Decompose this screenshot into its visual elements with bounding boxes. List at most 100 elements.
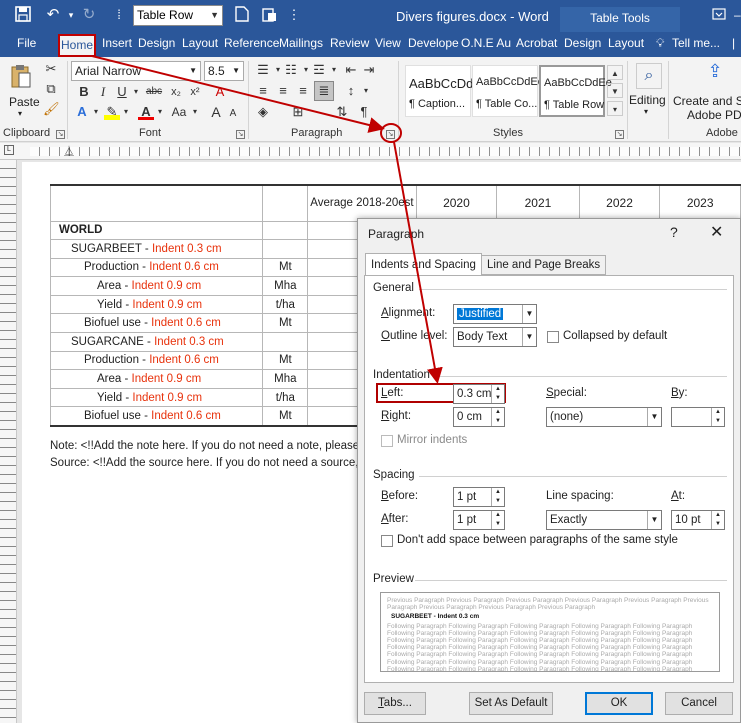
alignment-select[interactable]: Justified ▼ [453,304,537,324]
new-document-icon[interactable] [233,6,251,24]
row-label[interactable]: Area - Indent 0.9 cm [49,369,264,389]
subscript-icon[interactable]: x₂ [168,84,184,100]
line-spacing-select[interactable]: Exactly ▼ [546,510,662,530]
row-label[interactable]: Yield - Indent 0.9 cm [49,387,264,408]
align-left-icon[interactable]: ≡ [255,83,271,99]
shrink-font-icon[interactable]: A [225,106,241,122]
account-icon[interactable]: | [732,36,735,50]
style-combo[interactable]: Table Row ▼ [133,5,223,26]
paste-icon[interactable] [260,6,278,24]
right-indent-input[interactable]: 0 cm ▲ ▼ [453,407,505,427]
spinner-arrows-icon[interactable]: ▲ ▼ [711,511,724,529]
decrease-indent-icon[interactable]: ⇤ [343,62,359,78]
clear-formatting-icon[interactable]: A [212,84,228,100]
row-label[interactable]: SUGARCANE - Indent 0.3 cm [49,332,264,352]
by-input[interactable]: ▲ ▼ [671,407,725,427]
spinner-arrows-icon[interactable]: ▲ ▼ [491,385,504,403]
align-right-icon[interactable]: ≡ [295,83,311,99]
row-label[interactable]: Yield - Indent 0.9 cm [49,294,264,315]
paste-label[interactable]: Paste [9,95,40,109]
tab-line-page-breaks[interactable]: Line and Page Breaks [481,255,607,275]
row-label[interactable]: Production - Indent 0.6 cm [49,257,264,278]
ribbon-display-options-icon[interactable] [712,8,726,23]
unit-cell[interactable]: Mt [262,313,309,334]
line-spacing-dropdown-icon[interactable]: ▾ [358,83,374,99]
note-line[interactable]: Note: <!!Add the note here. If you do no… [50,438,377,455]
multilevel-dropdown-icon[interactable]: ▾ [326,62,342,78]
style-table-co[interactable]: AaBbCcDdEe ¶ Table Co... [472,65,544,117]
styles-scroll-up-icon[interactable]: ▲ [607,65,623,80]
mirror-indents-checkbox[interactable] [381,435,393,447]
redo-icon[interactable]: ↻ [80,6,98,24]
collapsed-checkbox[interactable] [547,331,559,343]
tab-file[interactable]: File [17,36,36,50]
create-pdf-icon[interactable]: ⇪ [704,62,726,89]
tab-table-layout[interactable]: Layout [608,36,644,50]
spinner-arrows-icon[interactable]: ▲ ▼ [711,408,724,426]
spinner-arrows-icon[interactable]: ▲ ▼ [491,408,504,426]
editing-dropdown-icon[interactable]: ▾ [644,107,648,116]
show-formatting-icon[interactable]: ¶ [356,104,372,120]
unit-cell[interactable]: Mt [262,406,309,427]
table-header-average[interactable]: Average 2018-20est [307,184,417,222]
format-painter-icon[interactable]: 🖌︎ [43,101,60,117]
after-input[interactable]: 1 pt ▲ ▼ [453,510,505,530]
special-select[interactable]: (none) ▼ [546,407,662,427]
minimize-icon[interactable]: – [734,8,741,22]
tab-one-au[interactable]: O.N.E Au [461,36,511,50]
tab-developer[interactable]: Develope [408,36,459,50]
help-icon[interactable]: ? [670,224,678,240]
paragraph-launcher-icon[interactable]: ↘ [386,130,395,139]
tab-table-design[interactable]: Design [564,36,601,50]
tabs-button[interactable]: Tabs... [364,692,426,715]
before-input[interactable]: 1 pt ▲ ▼ [453,487,505,507]
sort-icon[interactable]: ⇅ [334,104,350,120]
row-label[interactable]: Biofuel use - Indent 0.6 cm [49,406,264,427]
tab-layout[interactable]: Layout [182,36,218,50]
paste-dropdown-icon[interactable]: ▾ [18,109,22,118]
tab-design[interactable]: Design [138,36,175,50]
unit-cell[interactable]: t/ha [262,294,309,315]
unit-cell[interactable]: t/ha [262,387,309,408]
row-label[interactable]: Biofuel use - Indent 0.6 cm [49,313,264,334]
first-line-indent-marker-icon[interactable]: ⏅ [64,143,74,158]
table-header-cell[interactable] [49,184,264,222]
spinner-arrows-icon[interactable]: ▲ ▼ [491,511,504,529]
styles-launcher-icon[interactable]: ↘ [615,130,624,139]
horizontal-ruler[interactable]: L ⏅ [0,143,741,160]
left-indent-input[interactable]: 0.3 cm ▲ ▼ [453,384,505,404]
unit-cell[interactable]: Mha [262,276,309,296]
bold-icon[interactable]: B [76,84,92,100]
style-table-row[interactable]: AaBbCcDdEe ¶ Table Row [539,65,612,117]
unit-cell[interactable] [262,220,309,241]
tab-view[interactable]: View [375,36,401,50]
ok-button[interactable]: OK [585,692,653,715]
vertical-ruler[interactable] [0,160,17,723]
underline-dropdown-icon[interactable]: ▾ [128,84,144,100]
strikethrough-icon[interactable]: abc [143,84,165,100]
table-header-cell[interactable] [262,184,309,222]
tab-home[interactable]: Home [58,34,96,57]
row-label[interactable]: Area - Indent 0.9 cm [49,276,264,296]
create-share-pdf-button[interactable]: Create and Sh [673,94,741,108]
dont-add-space-checkbox[interactable] [381,535,393,547]
font-color-dropdown-icon[interactable]: ▾ [152,104,168,120]
tab-indents-spacing[interactable]: Indents and Spacing [365,253,482,276]
close-icon[interactable]: ✕ [710,222,723,242]
unit-cell[interactable]: Mha [262,369,309,389]
justify-icon[interactable]: ≣ [314,81,334,101]
borders-icon[interactable]: ⊞ [290,104,306,120]
table-header-2021[interactable]: 2021 [496,184,580,222]
tell-me-search[interactable]: Tell me... [672,36,720,50]
cancel-button[interactable]: Cancel [665,692,733,715]
text-effects-dropdown-icon[interactable]: ▾ [88,104,104,120]
styles-more-icon[interactable]: ▾ [607,101,623,116]
row-label[interactable]: Production - Indent 0.6 cm [49,350,264,371]
paste-clipboard-icon[interactable] [10,63,32,89]
grow-font-icon[interactable]: A [208,104,224,120]
tab-acrobat[interactable]: Acrobat [516,36,557,50]
font-size-combo[interactable]: 8.5 ▼ [204,61,244,81]
copy-icon[interactable]: ⧉ [43,81,59,97]
cut-icon[interactable]: ✂ [43,61,59,77]
align-center-icon[interactable]: ≡ [275,83,291,99]
